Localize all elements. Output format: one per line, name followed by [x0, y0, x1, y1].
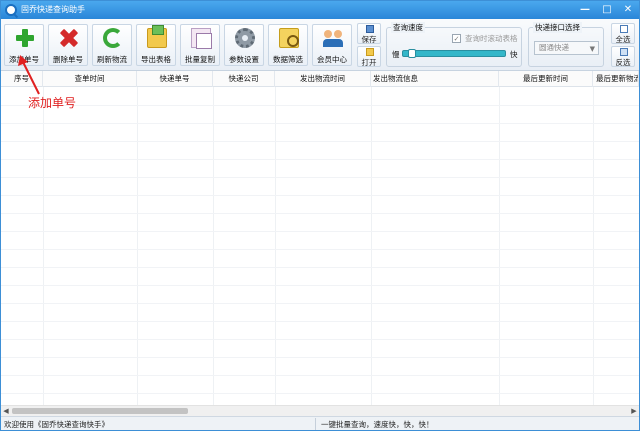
row-divider [1, 123, 639, 124]
filter-icon [279, 28, 299, 48]
select-all-label: 全选 [615, 35, 631, 44]
app-logo-icon [5, 4, 17, 16]
save-button[interactable]: 保存 [357, 23, 381, 44]
export-table-icon [147, 25, 167, 48]
batch-copy-label: 批量复制 [185, 55, 215, 64]
row-divider [1, 141, 639, 142]
row-divider [1, 213, 639, 214]
settings-label: 参数设置 [229, 55, 259, 64]
row-divider [1, 267, 639, 268]
row-divider [1, 357, 639, 358]
invert-select-button[interactable]: 反选 [611, 46, 635, 67]
open-button[interactable]: 打开 [357, 46, 381, 67]
data-filter-button[interactable]: 数据筛选 [268, 24, 308, 66]
row-divider [1, 321, 639, 322]
row-divider [1, 303, 639, 304]
copy-icon [191, 28, 212, 49]
query-speed-slider[interactable] [402, 49, 506, 58]
refresh-logistics-label: 刷新物流 [97, 55, 127, 64]
open-label: 打开 [361, 58, 377, 67]
speed-slow-label: 慢 [392, 50, 400, 59]
invert-select-label: 反选 [615, 58, 631, 67]
scroll-table-checkbox[interactable]: ✓ [452, 34, 461, 43]
data-filter-label: 数据筛选 [273, 55, 303, 64]
api-select-title: 快递接口选择 [533, 22, 582, 33]
scrollbar-thumb[interactable] [12, 408, 188, 414]
column-header-last-update-info[interactable]: 最后更新物流 [593, 71, 639, 87]
settings-button[interactable]: 参数设置 [224, 24, 264, 66]
scroll-left-icon[interactable]: ◀ [1, 406, 11, 416]
courier-api-value: 圆通快递 [539, 43, 569, 52]
minimize-button[interactable]: — [575, 2, 595, 18]
save-icon [366, 25, 374, 33]
column-header-tracking-number[interactable]: 快递单号 [137, 71, 213, 87]
courier-api-select[interactable]: 圆通快递 ▼ [534, 41, 599, 55]
app-window: 固乔快递查询助手 — □ ✕ 添加单号 删除单号 刷新物流 导出表格 批量复制 … [0, 0, 640, 431]
title-bar[interactable]: 固乔快递查询助手 — □ ✕ [1, 1, 639, 19]
row-divider [1, 393, 639, 394]
results-table[interactable]: 序号 查单时间 快递单号 快递公司 发出物流时间 发出物流信息 最后更新时间 最… [1, 71, 639, 405]
refresh-icon [103, 28, 123, 48]
add-number-label: 添加单号 [9, 55, 39, 64]
member-center-button[interactable]: 会员中心 [312, 24, 352, 66]
row-divider [1, 375, 639, 376]
column-header-query-time[interactable]: 查单时间 [43, 71, 137, 87]
column-header-courier[interactable]: 快递公司 [213, 71, 275, 87]
horizontal-scrollbar[interactable]: ◀ ▶ [1, 405, 639, 416]
batch-copy-button[interactable]: 批量复制 [180, 24, 220, 66]
member-center-label: 会员中心 [317, 55, 347, 64]
status-bar: 欢迎使用《固乔快递查询快手》 一键批量查询，速度快，快，快！ [1, 416, 639, 430]
member-icon [323, 28, 343, 48]
status-welcome-text: 欢迎使用《固乔快递查询快手》 [4, 420, 109, 429]
toolbar: 添加单号 删除单号 刷新物流 导出表格 批量复制 参数设置 数据筛选 会员中心 [1, 19, 639, 71]
row-divider [1, 105, 639, 106]
close-button[interactable]: ✕ [618, 2, 638, 18]
slider-knob[interactable] [408, 49, 416, 58]
gear-icon [235, 28, 255, 48]
folder-open-icon [366, 48, 374, 56]
table-header: 序号 查单时间 快递单号 快递公司 发出物流时间 发出物流信息 最后更新时间 最… [1, 71, 639, 87]
invert-select-icon [620, 48, 628, 56]
maximize-button[interactable]: □ [597, 2, 617, 18]
window-title: 固乔快递查询助手 [21, 5, 85, 14]
row-divider [1, 177, 639, 178]
export-table-button[interactable]: 导出表格 [136, 24, 176, 66]
column-header-ship-info[interactable]: 发出物流信息 [371, 71, 499, 87]
scroll-table-label: 查询时滚动表格 [465, 34, 518, 43]
export-table-label: 导出表格 [141, 55, 171, 64]
add-number-button[interactable]: 添加单号 [4, 24, 44, 66]
status-divider [315, 418, 316, 430]
select-all-icon [620, 25, 628, 33]
save-label: 保存 [361, 35, 377, 44]
column-header-index[interactable]: 序号 [1, 71, 43, 87]
query-speed-title: 查询速度 [391, 22, 425, 33]
row-divider [1, 195, 639, 196]
chevron-down-icon: ▼ [589, 45, 595, 53]
row-divider [1, 231, 639, 232]
row-divider [1, 339, 639, 340]
status-slogan-text: 一键批量查询，速度快，快，快！ [321, 420, 434, 429]
speed-fast-label: 快 [510, 50, 518, 59]
row-divider [1, 249, 639, 250]
delete-number-button[interactable]: 删除单号 [48, 24, 88, 66]
row-divider [1, 159, 639, 160]
annotation-label: 添加单号 [28, 96, 77, 110]
select-all-button[interactable]: 全选 [611, 23, 635, 44]
delete-x-icon [59, 28, 79, 48]
column-header-ship-time[interactable]: 发出物流时间 [275, 71, 371, 87]
scroll-right-icon[interactable]: ▶ [629, 406, 639, 416]
row-divider [1, 285, 639, 286]
refresh-logistics-button[interactable]: 刷新物流 [92, 24, 132, 66]
delete-number-label: 删除单号 [53, 55, 83, 64]
add-plus-icon [15, 28, 35, 48]
column-header-last-update-time[interactable]: 最后更新时间 [499, 71, 593, 87]
